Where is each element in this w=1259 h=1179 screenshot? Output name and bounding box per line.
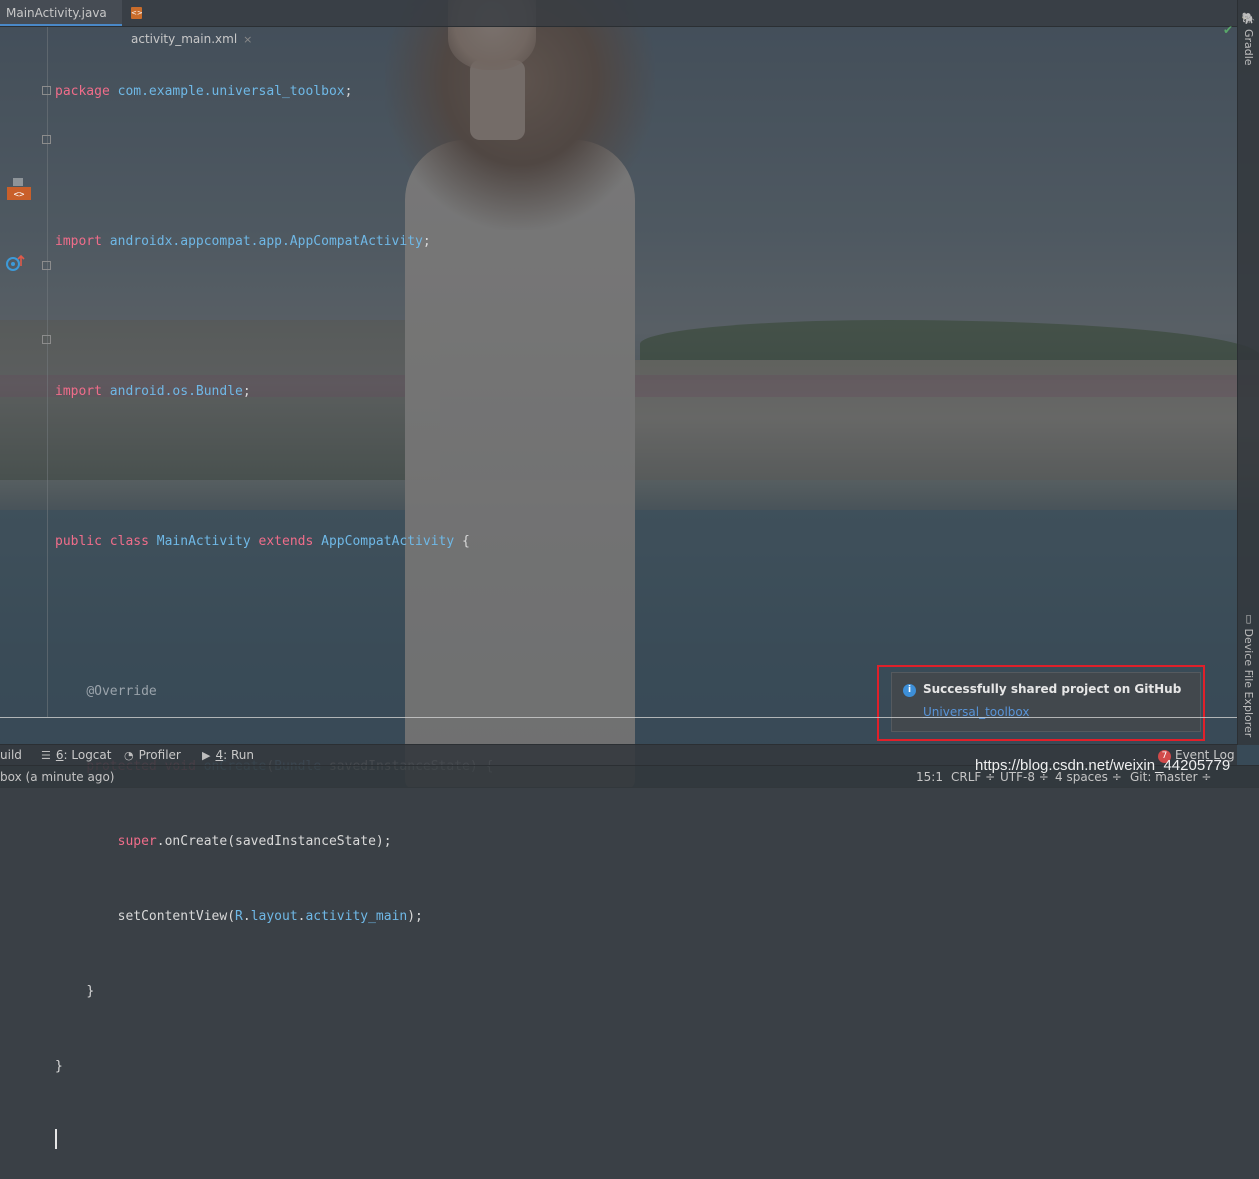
highlight-box (877, 665, 1205, 741)
fold-marker-icon[interactable] (42, 135, 51, 144)
run-icon: ▶ (202, 749, 211, 762)
code-line: import androidx.appcompat.app.AppCompatA… (55, 234, 431, 249)
device-icon: ▯ (1242, 612, 1255, 625)
code-line: setContentView(R.layout.activity_main); (117, 909, 423, 924)
gutter-divider (47, 27, 48, 717)
csdn-watermark: https://blog.csdn.net/weixin_44205779 (975, 757, 1231, 774)
xml-file-icon (131, 7, 143, 19)
code-line: super.onCreate(savedInstanceState); (117, 834, 392, 849)
fold-marker-icon[interactable] (42, 335, 51, 344)
fold-marker-icon[interactable] (42, 86, 51, 95)
code-line: @Override (86, 684, 157, 699)
gradle-tool-button[interactable]: 🐘 Gradle (1242, 12, 1255, 66)
svg-text:<>: <> (14, 190, 25, 200)
code-line: package com.example.universal_toolbox; (55, 84, 353, 99)
code-line: import android.os.Bundle; (55, 384, 251, 399)
code-line: } (55, 1059, 63, 1074)
related-layout-icon[interactable]: <> (7, 177, 31, 204)
gradle-icon: 🐘 (1242, 12, 1255, 26)
status-message: box (a minute ago) (0, 770, 115, 784)
text-caret (55, 1129, 57, 1149)
tab-label: MainActivity.java (6, 6, 107, 20)
run-tool-button[interactable]: ▶ 4: Run (202, 745, 254, 766)
override-method-icon[interactable] (5, 254, 25, 275)
inspection-ok-icon[interactable]: ✔ (1223, 23, 1233, 37)
logcat-tool-button[interactable]: ☰ 6: Logcat (41, 745, 111, 766)
right-tool-strip: 🐘 Gradle ▯ Device File Explorer (1237, 0, 1259, 745)
caret-position[interactable]: 15:1 (916, 766, 943, 788)
profiler-tool-button[interactable]: ◔ Profiler (124, 745, 181, 766)
device-file-explorer-tool-button[interactable]: ▯ Device File Explorer (1242, 612, 1255, 737)
code-editor[interactable]: package com.example.universal_toolbox; i… (55, 29, 493, 1179)
code-line: public class MainActivity extends AppCom… (55, 534, 470, 549)
code-line: } (86, 984, 95, 999)
build-tool-button[interactable]: uild (0, 745, 22, 766)
tab-activity-main-xml[interactable]: activity_main.xml× (123, 0, 268, 46)
editor-bottom-divider (0, 717, 1237, 718)
fold-marker-icon[interactable] (42, 261, 51, 270)
logcat-icon: ☰ (41, 749, 51, 762)
tab-mainactivity-java[interactable]: MainActivity.java (0, 0, 122, 26)
code-line (55, 1129, 493, 1154)
profiler-icon: ◔ (124, 749, 134, 762)
editor-tab-bar: MainActivity.java activity_main.xml× (0, 0, 1237, 46)
